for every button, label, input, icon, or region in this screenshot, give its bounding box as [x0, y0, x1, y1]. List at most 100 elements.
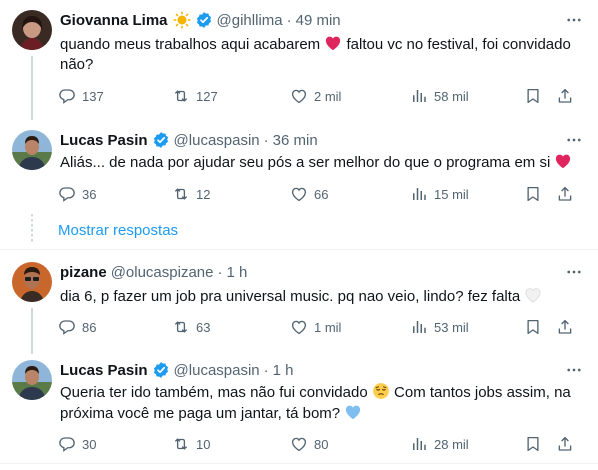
separator-dot: ·: [263, 131, 269, 149]
share-icon: [556, 318, 574, 336]
tweet-text: dia 6, p fazer um job pra universal musi…: [60, 286, 580, 307]
reply-button[interactable]: 36: [58, 184, 96, 204]
tweet[interactable]: Lucas Pasin @lucaspasin · 1 h Queria ter…: [0, 358, 598, 458]
share-icon: [556, 87, 574, 105]
verified-badge-icon: [152, 361, 170, 379]
avatar[interactable]: [12, 360, 52, 400]
sun-emoji-icon: [173, 11, 191, 29]
author-name[interactable]: pizane: [60, 264, 107, 281]
more-icon: [565, 131, 583, 149]
reply-icon: [58, 318, 76, 336]
views-count: 58 mil: [434, 88, 469, 104]
bookmark-button[interactable]: [524, 86, 542, 106]
tweet-text-part: quando meus trabalhos aqui acabarem: [60, 36, 321, 53]
like-count: 1 mil: [314, 319, 342, 335]
like-icon: [290, 318, 308, 336]
views-button[interactable]: 58 mil: [410, 86, 469, 106]
retweet-icon: [172, 185, 190, 203]
reply-icon: [58, 435, 76, 453]
like-count: 2 mil: [314, 88, 342, 104]
reply-count: 137: [82, 88, 104, 104]
show-replies-row[interactable]: Mostrar respostas: [0, 212, 598, 250]
bookmark-button[interactable]: [524, 434, 542, 454]
like-button[interactable]: 2 mil: [290, 86, 341, 106]
verified-badge-icon: [152, 131, 170, 149]
more-options-button[interactable]: [564, 262, 584, 282]
share-icon: [556, 435, 574, 453]
author-name[interactable]: Giovanna Lima: [60, 12, 168, 29]
reply-count: 30: [82, 436, 97, 452]
views-count: 53 mil: [434, 319, 469, 335]
retweet-count: 63: [196, 319, 211, 335]
like-button[interactable]: 66: [290, 184, 328, 204]
timestamp[interactable]: 49 min: [296, 12, 341, 29]
author-handle[interactable]: @lucaspasin: [174, 132, 260, 149]
separator-dot: ·: [286, 11, 292, 29]
retweet-button[interactable]: 12: [172, 184, 210, 204]
retweet-icon: [172, 318, 190, 336]
share-button[interactable]: [556, 317, 574, 337]
views-button[interactable]: 28 mil: [410, 434, 469, 454]
like-icon: [290, 185, 308, 203]
author-name[interactable]: Lucas Pasin: [60, 362, 148, 379]
author-handle[interactable]: @olucaspizane: [111, 264, 214, 281]
tweet[interactable]: Lucas Pasin @lucaspasin · 36 min Aliás..…: [0, 128, 598, 212]
reply-icon: [58, 185, 76, 203]
timestamp[interactable]: 1 h: [273, 362, 294, 379]
views-icon: [410, 87, 428, 105]
author-handle[interactable]: @lucaspasin: [174, 362, 260, 379]
bookmark-button[interactable]: [524, 317, 542, 337]
retweet-button[interactable]: 63: [172, 317, 210, 337]
verified-badge-icon: [195, 11, 213, 29]
more-icon: [565, 263, 583, 281]
bookmark-icon: [524, 87, 542, 105]
tweet[interactable]: pizane @olucaspizane · 1 h dia 6, p faze…: [0, 262, 598, 354]
reply-button[interactable]: 137: [58, 86, 104, 106]
tweet-text: quando meus trabalhos aqui acabarem falt…: [60, 34, 580, 75]
more-icon: [565, 361, 583, 379]
views-count: 28 mil: [434, 436, 469, 452]
white-heart-emoji-icon: [524, 286, 542, 304]
red-heart-emoji-icon: [554, 152, 572, 170]
views-icon: [410, 435, 428, 453]
share-button[interactable]: [556, 434, 574, 454]
reply-button[interactable]: 86: [58, 317, 96, 337]
share-button[interactable]: [556, 86, 574, 106]
share-icon: [556, 185, 574, 203]
share-button[interactable]: [556, 184, 574, 204]
views-button[interactable]: 15 mil: [410, 184, 469, 204]
bookmark-button[interactable]: [524, 184, 542, 204]
views-button[interactable]: 53 mil: [410, 317, 469, 337]
tweet-text: Aliás... de nada por ajudar seu pós a se…: [60, 152, 580, 173]
avatar[interactable]: [12, 262, 52, 302]
bookmark-icon: [524, 185, 542, 203]
views-count: 15 mil: [434, 186, 469, 202]
more-options-button[interactable]: [564, 10, 584, 30]
blue-heart-emoji-icon: [344, 403, 362, 421]
tweet-text-part: dia 6, p fazer um job pra universal musi…: [60, 288, 521, 305]
tweet-text-part: Aliás... de nada por ajudar seu pós a se…: [60, 154, 551, 171]
tweet[interactable]: Giovanna Lima @gihllima · 49 min quando …: [0, 10, 598, 120]
retweet-button[interactable]: 127: [172, 86, 218, 106]
more-icon: [565, 11, 583, 29]
retweet-button[interactable]: 10: [172, 434, 210, 454]
tweet-text: Queria ter ido também, mas não fui convi…: [60, 382, 580, 424]
author-handle[interactable]: @gihllima: [217, 12, 283, 29]
like-button[interactable]: 1 mil: [290, 317, 341, 337]
like-icon: [290, 435, 308, 453]
more-options-button[interactable]: [564, 360, 584, 380]
reply-button[interactable]: 30: [58, 434, 96, 454]
reply-count: 36: [82, 186, 97, 202]
timestamp[interactable]: 1 h: [226, 264, 247, 281]
retweet-count: 12: [196, 186, 211, 202]
more-options-button[interactable]: [564, 130, 584, 150]
like-count: 66: [314, 186, 329, 202]
author-name[interactable]: Lucas Pasin: [60, 132, 148, 149]
bookmark-icon: [524, 318, 542, 336]
timestamp[interactable]: 36 min: [273, 132, 318, 149]
show-replies-link[interactable]: Mostrar respostas: [58, 222, 178, 239]
avatar[interactable]: [12, 130, 52, 170]
red-heart-emoji-icon: [324, 34, 342, 52]
avatar[interactable]: [12, 10, 52, 50]
like-button[interactable]: 80: [290, 434, 328, 454]
